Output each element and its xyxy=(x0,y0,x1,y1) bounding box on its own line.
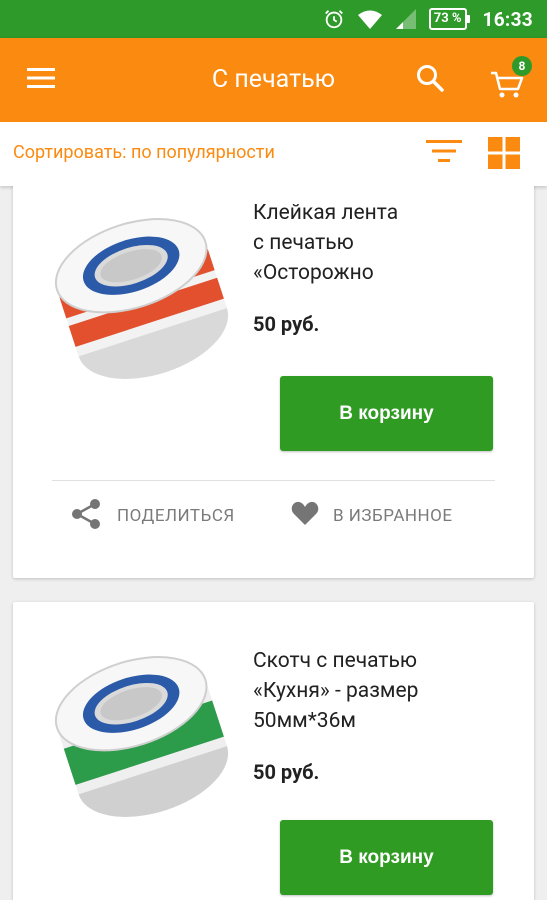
divider xyxy=(52,480,495,481)
app-bar: С печатью 8 xyxy=(0,38,547,122)
share-icon xyxy=(69,497,103,536)
wifi-icon xyxy=(357,8,383,30)
cart-button[interactable]: 8 xyxy=(486,56,532,104)
grid-view-button[interactable] xyxy=(484,135,524,175)
product-card: Скотч с печатью «Кухня» - размер 50мм*36… xyxy=(13,602,534,900)
favorite-label: В ИЗБРАННОЕ xyxy=(333,506,453,526)
favorite-button[interactable]: В ИЗБРАННОЕ xyxy=(291,498,453,534)
battery-level: 73 % xyxy=(433,11,462,26)
product-price: 50 руб. xyxy=(253,312,320,336)
product-title[interactable]: Скотч с печатью «Кухня» - размер 50мм*36… xyxy=(253,646,503,736)
page-title: С печатью xyxy=(211,65,336,94)
product-price: 50 руб. xyxy=(253,760,320,784)
product-image[interactable] xyxy=(47,204,237,394)
grid-view-icon xyxy=(487,136,521,174)
alarm-icon xyxy=(323,8,345,30)
battery-icon: 73 % xyxy=(428,8,470,30)
clock: 16:33 xyxy=(482,7,533,31)
search-button[interactable] xyxy=(410,60,450,100)
product-image[interactable] xyxy=(47,642,237,832)
sort-selector[interactable]: Сортировать: по популярности xyxy=(13,122,275,184)
status-bar: 73 % 16:33 xyxy=(0,0,547,38)
product-card: Клейкая лента с печатью «Осторожно 50 ру… xyxy=(13,186,534,578)
share-button[interactable]: ПОДЕЛИТЬСЯ xyxy=(69,498,235,534)
add-to-cart-button[interactable]: В корзину xyxy=(280,376,493,451)
add-to-cart-button[interactable]: В корзину xyxy=(280,820,493,895)
product-list[interactable]: Клейкая лента с печатью «Осторожно 50 ру… xyxy=(0,186,547,900)
cart-count-badge: 8 xyxy=(512,56,532,76)
share-label: ПОДЕЛИТЬСЯ xyxy=(117,506,235,526)
search-icon xyxy=(415,63,445,97)
signal-icon xyxy=(395,8,417,30)
filter-button[interactable] xyxy=(422,136,466,170)
filter-icon xyxy=(425,138,463,168)
product-title[interactable]: Клейкая лента с печатью «Осторожно xyxy=(253,198,503,288)
heart-icon xyxy=(291,501,319,532)
sort-bar: Сортировать: по популярности xyxy=(0,122,547,186)
